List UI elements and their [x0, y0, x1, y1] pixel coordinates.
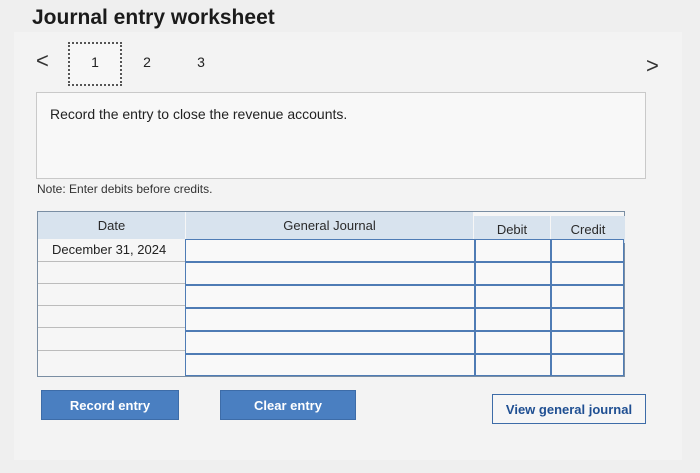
credit-input[interactable] — [551, 262, 624, 285]
journal-table: Date General Journal Debit Credit Decemb… — [37, 211, 625, 377]
header-date: Date — [38, 212, 185, 239]
debit-input[interactable] — [475, 262, 551, 285]
header-general-journal: General Journal — [186, 212, 473, 239]
debit-input[interactable] — [475, 308, 551, 331]
credit-input[interactable] — [551, 354, 624, 376]
debit-input[interactable] — [475, 354, 551, 376]
chevron-right-icon: > — [646, 53, 659, 78]
credit-input[interactable] — [551, 331, 624, 354]
row-divider — [38, 350, 185, 351]
account-input[interactable] — [185, 308, 475, 331]
page-title: Journal entry worksheet — [32, 6, 275, 29]
account-input[interactable] — [185, 331, 475, 354]
row-divider — [38, 305, 185, 306]
step-tab-1[interactable]: 1 — [85, 54, 105, 70]
prev-button[interactable]: < — [36, 50, 49, 72]
next-button[interactable]: > — [646, 55, 659, 77]
credit-input[interactable] — [551, 239, 624, 262]
record-entry-button[interactable]: Record entry — [41, 390, 179, 420]
account-input[interactable] — [185, 239, 475, 262]
view-general-journal-button[interactable]: View general journal — [492, 394, 646, 424]
account-input[interactable] — [185, 354, 475, 376]
step-tab-2[interactable]: 2 — [137, 54, 157, 70]
debit-input[interactable] — [475, 285, 551, 308]
row-divider — [38, 327, 185, 328]
account-input[interactable] — [185, 262, 475, 285]
row-divider — [38, 261, 185, 262]
date-cell-1: December 31, 2024 — [52, 242, 167, 257]
prompt-box: Record the entry to close the revenue ac… — [36, 92, 646, 179]
debit-input[interactable] — [475, 331, 551, 354]
clear-entry-button[interactable]: Clear entry — [220, 390, 356, 420]
step-tab-3[interactable]: 3 — [191, 54, 211, 70]
debit-input[interactable] — [475, 239, 551, 262]
row-divider — [38, 283, 185, 284]
account-input[interactable] — [185, 285, 475, 308]
credit-input[interactable] — [551, 285, 624, 308]
chevron-left-icon: < — [36, 48, 49, 73]
credit-input[interactable] — [551, 308, 624, 331]
prompt-text: Record the entry to close the revenue ac… — [50, 106, 348, 122]
note-text: Note: Enter debits before credits. — [37, 182, 213, 196]
